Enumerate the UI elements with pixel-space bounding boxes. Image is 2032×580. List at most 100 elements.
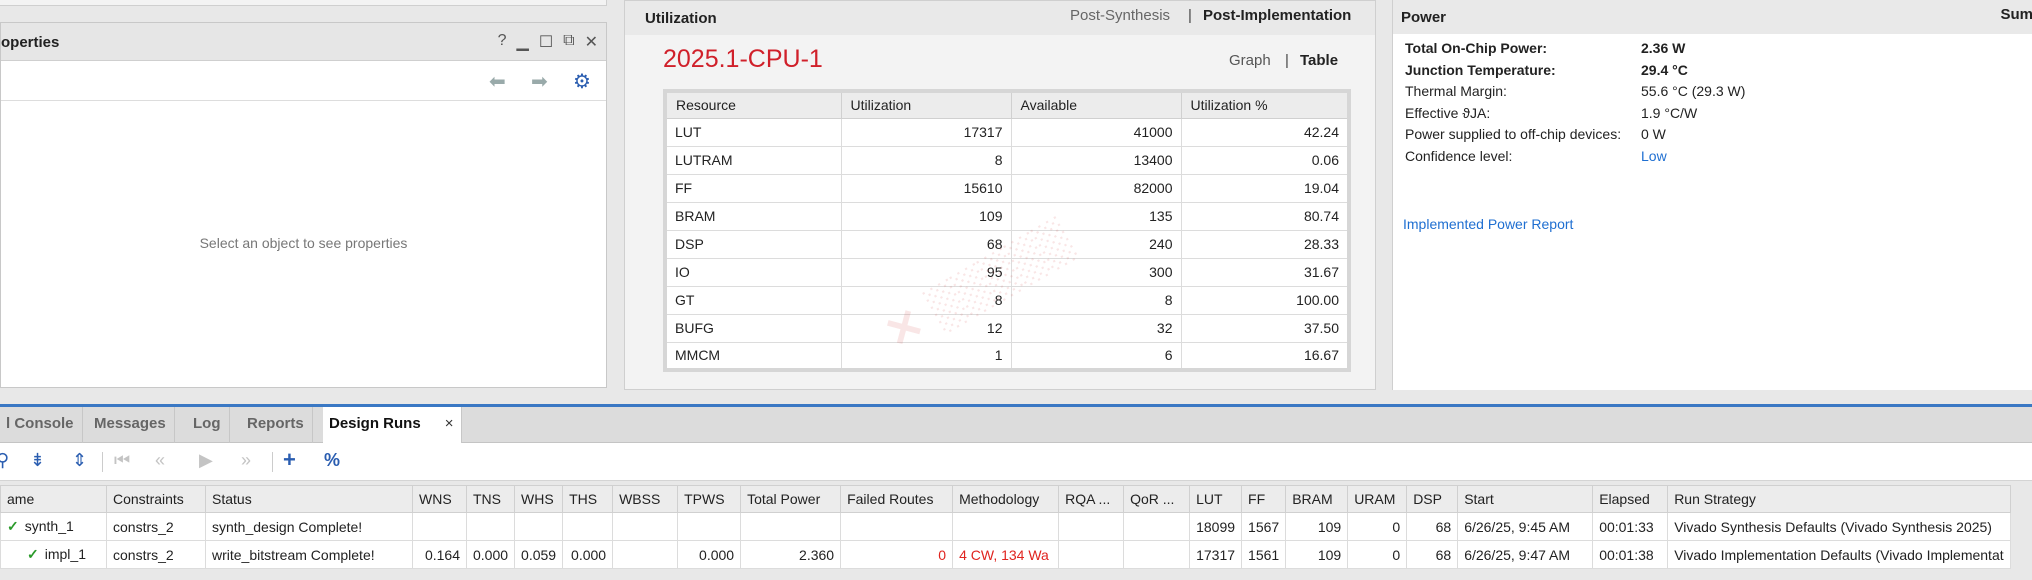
column-header[interactable]: URAM [1347, 485, 1408, 513]
table-row[interactable]: LUT 17317 41000 42.24 [664, 117, 1350, 147]
expand-all-icon[interactable]: ⇕ [72, 450, 87, 471]
top-strip [0, 0, 607, 6]
table-row[interactable]: FF 15610 82000 19.04 [664, 173, 1350, 203]
table-cell [612, 540, 679, 569]
float-icon[interactable]: ⧉ [563, 32, 574, 52]
column-header[interactable]: DSP [1406, 485, 1459, 513]
table-cell: 0 [1347, 512, 1408, 541]
column-header[interactable]: Total Power [740, 485, 842, 513]
column-header[interactable]: ame [0, 485, 107, 513]
column-header[interactable]: Utilization [840, 90, 1012, 119]
table-cell: FF [664, 173, 842, 203]
table-cell [412, 512, 467, 541]
collapse-all-icon[interactable]: ⇟ [30, 450, 45, 471]
summary-tab[interactable]: Sum [2000, 6, 2032, 23]
tab-design-runs-label: Design Runs [329, 415, 421, 432]
table-cell: ✓ impl_1 [0, 540, 107, 569]
column-header[interactable]: Start [1457, 485, 1594, 513]
table-cell: 17317 [1189, 540, 1243, 569]
column-header[interactable]: Available [1010, 90, 1182, 119]
table-cell: Vivado Synthesis Defaults (Vivado Synthe… [1667, 512, 2011, 541]
column-header[interactable]: WNS [412, 485, 467, 513]
tab-post-implementation[interactable]: Post-Implementation [1203, 7, 1351, 24]
column-header[interactable]: WHS [514, 485, 564, 513]
gear-icon[interactable]: ⚙ [573, 69, 591, 94]
empty-properties-message: Select an object to see properties [199, 235, 408, 251]
design-runs-table: ame Constraints Status WNS TNS WHS THS WBSS TPWS… [0, 485, 2011, 569]
tab-reports[interactable]: Reports [241, 407, 313, 443]
table-cell: 8 [840, 285, 1012, 315]
table-row[interactable]: LUTRAM 8 13400 0.06 [664, 145, 1350, 175]
table-row[interactable]: DSP 68 240 28.33 [664, 229, 1350, 259]
column-header[interactable]: Elapsed [1592, 485, 1669, 513]
column-header[interactable]: FF [1241, 485, 1287, 513]
column-header[interactable]: Failed Routes [840, 485, 954, 513]
utilization-panel: Utilization Post-Synthesis | Post-Implem… [624, 0, 1376, 390]
column-header[interactable]: LUT [1189, 485, 1243, 513]
play-icon[interactable]: ▶ [199, 450, 213, 471]
table-cell [677, 512, 742, 541]
tab-log[interactable]: Log [187, 407, 230, 443]
table-cell [612, 512, 679, 541]
add-icon[interactable]: + [283, 447, 296, 473]
table-cell [562, 512, 614, 541]
close-icon[interactable]: ✕ [585, 32, 598, 52]
table-cell [952, 512, 1060, 541]
table-row[interactable]: IO 95 300 31.67 [664, 257, 1350, 287]
column-header[interactable]: TPWS [677, 485, 742, 513]
column-header[interactable]: QoR ... [1123, 485, 1191, 513]
power-report-link[interactable]: Implemented Power Report [1403, 216, 1573, 232]
table-cell: 4 CW, 134 Wa [952, 540, 1060, 569]
tab-graph[interactable]: Graph [1229, 52, 1271, 69]
close-icon[interactable]: × [445, 415, 454, 432]
table-cell: 1567 [1241, 512, 1287, 541]
column-header[interactable]: Constraints [106, 485, 206, 513]
table-cell [1123, 512, 1191, 541]
tab-tcl-console[interactable]: l Console [0, 407, 83, 443]
minimize-icon[interactable]: ▁ [517, 32, 529, 52]
table-cell [840, 512, 954, 541]
column-header[interactable]: BRAM [1285, 485, 1349, 513]
runs-toolbar: ⚲ ⇟ ⇕ ⏮ « ▶ » + % [0, 443, 2032, 481]
table-row[interactable]: GT 8 8 100.00 [664, 285, 1350, 315]
percent-icon[interactable]: % [324, 450, 340, 471]
tab-design-runs[interactable]: Design Runs × [323, 407, 463, 443]
table-cell: IO [664, 257, 842, 287]
column-header[interactable]: THS [562, 485, 614, 513]
tab-table[interactable]: Table [1300, 52, 1338, 69]
table-cell [1058, 540, 1125, 569]
next-icon[interactable]: » [241, 450, 251, 471]
restore-icon[interactable]: ☐ [539, 32, 553, 52]
table-cell: 13400 [1010, 145, 1182, 175]
previous-icon[interactable]: « [155, 450, 165, 471]
table-cell: 109 [840, 201, 1012, 231]
table-cell: constrs_2 [106, 512, 206, 541]
table-row[interactable]: BRAM 109 135 80.74 [664, 201, 1350, 231]
first-icon[interactable]: ⏮ [114, 450, 130, 471]
table-cell: 17317 [840, 117, 1012, 147]
search-icon[interactable]: ⚲ [0, 450, 9, 471]
table-row[interactable]: ✓ synth_1 constrs_2 synth_design Complete! 1… [0, 512, 2011, 541]
forward-arrow-icon[interactable]: ➡ [531, 69, 548, 94]
column-header[interactable]: TNS [465, 485, 516, 513]
table-row[interactable]: BUFG 12 32 37.50 [664, 313, 1350, 343]
tab-messages[interactable]: Messages [88, 407, 175, 443]
confidence-level-link[interactable]: Low [1641, 148, 1667, 164]
help-icon[interactable]: ? [498, 32, 507, 52]
column-header[interactable]: Run Strategy [1667, 485, 2011, 513]
table-cell: 00:01:38 [1592, 540, 1669, 569]
column-header[interactable]: Methodology [952, 485, 1060, 513]
column-header[interactable]: Resource [664, 90, 842, 119]
column-header[interactable]: Status [205, 485, 413, 513]
back-arrow-icon[interactable]: ⬅ [489, 69, 506, 94]
toolbar-separator [272, 452, 273, 472]
properties-toolbar: ⬅ ➡ ⚙ [1, 61, 606, 101]
table-cell: 8 [1010, 285, 1182, 315]
column-header[interactable]: Utilization % [1180, 90, 1350, 119]
column-header[interactable]: WBSS [612, 485, 679, 513]
table-cell: 8 [840, 145, 1012, 175]
column-header[interactable]: RQA ... [1058, 485, 1125, 513]
tab-post-synthesis[interactable]: Post-Synthesis [1070, 7, 1170, 24]
table-row[interactable]: MMCM 1 6 16.67 [664, 341, 1350, 371]
table-row[interactable]: ✓ impl_1 constrs_2 write_bitstream Complete… [0, 540, 2011, 569]
